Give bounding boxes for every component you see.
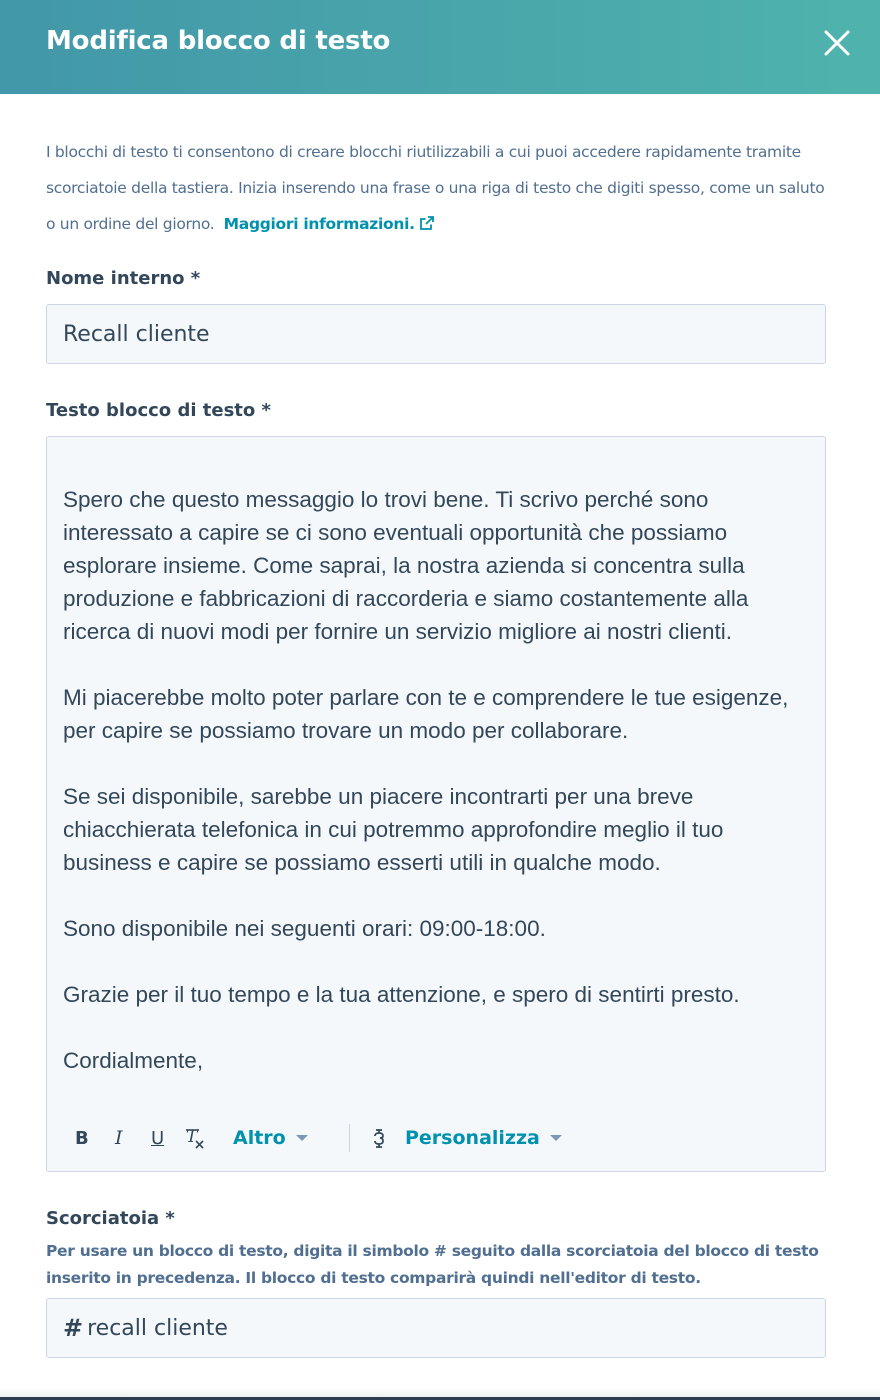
internal-name-label: Nome interno * xyxy=(46,268,201,289)
shortcut-label: Scorciatoia * xyxy=(46,1208,175,1229)
body-paragraph: Spero che questo messaggio lo trovi bene… xyxy=(63,487,749,644)
external-link-icon xyxy=(419,216,434,230)
close-icon xyxy=(824,30,850,56)
bold-button[interactable]: B xyxy=(75,1123,89,1153)
clear-format-icon: T xyxy=(186,1127,204,1149)
clear-format-button[interactable]: T xyxy=(185,1123,205,1153)
editor-toolbar: B I U T Altro Personalizza xyxy=(71,1123,571,1153)
underline-button[interactable]: U xyxy=(151,1123,164,1153)
modal-title: Modifica blocco di testo xyxy=(46,26,391,56)
shortcut-value: recall cliente xyxy=(87,1315,228,1341)
internal-name-value: Recall cliente xyxy=(63,321,210,347)
personalize-label: Personalizza xyxy=(405,1127,540,1149)
more-label: Altro xyxy=(233,1127,286,1149)
snippet-body-label: Testo blocco di testo * xyxy=(46,400,271,421)
token-icon xyxy=(374,1129,384,1148)
toolbar-divider xyxy=(349,1124,350,1152)
chevron-down-icon xyxy=(549,1135,562,1141)
close-button[interactable] xyxy=(820,26,854,60)
italic-button[interactable]: I xyxy=(115,1123,123,1153)
intro-description: I blocchi di testo ti consentono di crea… xyxy=(46,134,826,242)
body-paragraph: Sono disponibile nei seguenti orari: 09:… xyxy=(63,916,546,941)
more-dropdown[interactable]: Altro xyxy=(233,1123,308,1153)
shortcut-help-text: Per usare un blocco di testo, digita il … xyxy=(46,1242,819,1287)
hash-prefix: # xyxy=(63,1314,84,1342)
internal-name-input[interactable]: Recall cliente xyxy=(46,304,826,364)
body-paragraph: Se sei disponibile, sarebbe un piacere i… xyxy=(63,784,724,875)
intro-text: I blocchi di testo ti consentono di crea… xyxy=(46,143,825,233)
learn-more-link[interactable]: Maggiori informazioni. xyxy=(224,215,435,233)
personalize-dropdown[interactable]: Personalizza xyxy=(405,1123,562,1153)
snippet-body-editor[interactable]: Spero che questo messaggio lo trovi bene… xyxy=(46,436,826,1172)
learn-more-label: Maggiori informazioni. xyxy=(223,215,415,233)
snippet-body-text[interactable]: Spero che questo messaggio lo trovi bene… xyxy=(63,483,813,1077)
chevron-down-icon xyxy=(295,1135,308,1141)
body-paragraph: Grazie per il tuo tempo e la tua attenzi… xyxy=(63,982,740,1007)
body-paragraph: Mi piacerebbe molto poter parlare con te… xyxy=(63,685,789,743)
body-paragraph: Cordialmente, xyxy=(63,1048,204,1073)
modal-header: Modifica blocco di testo xyxy=(0,0,880,94)
token-button[interactable] xyxy=(371,1123,387,1153)
shortcut-input[interactable]: # recall cliente xyxy=(46,1298,826,1358)
